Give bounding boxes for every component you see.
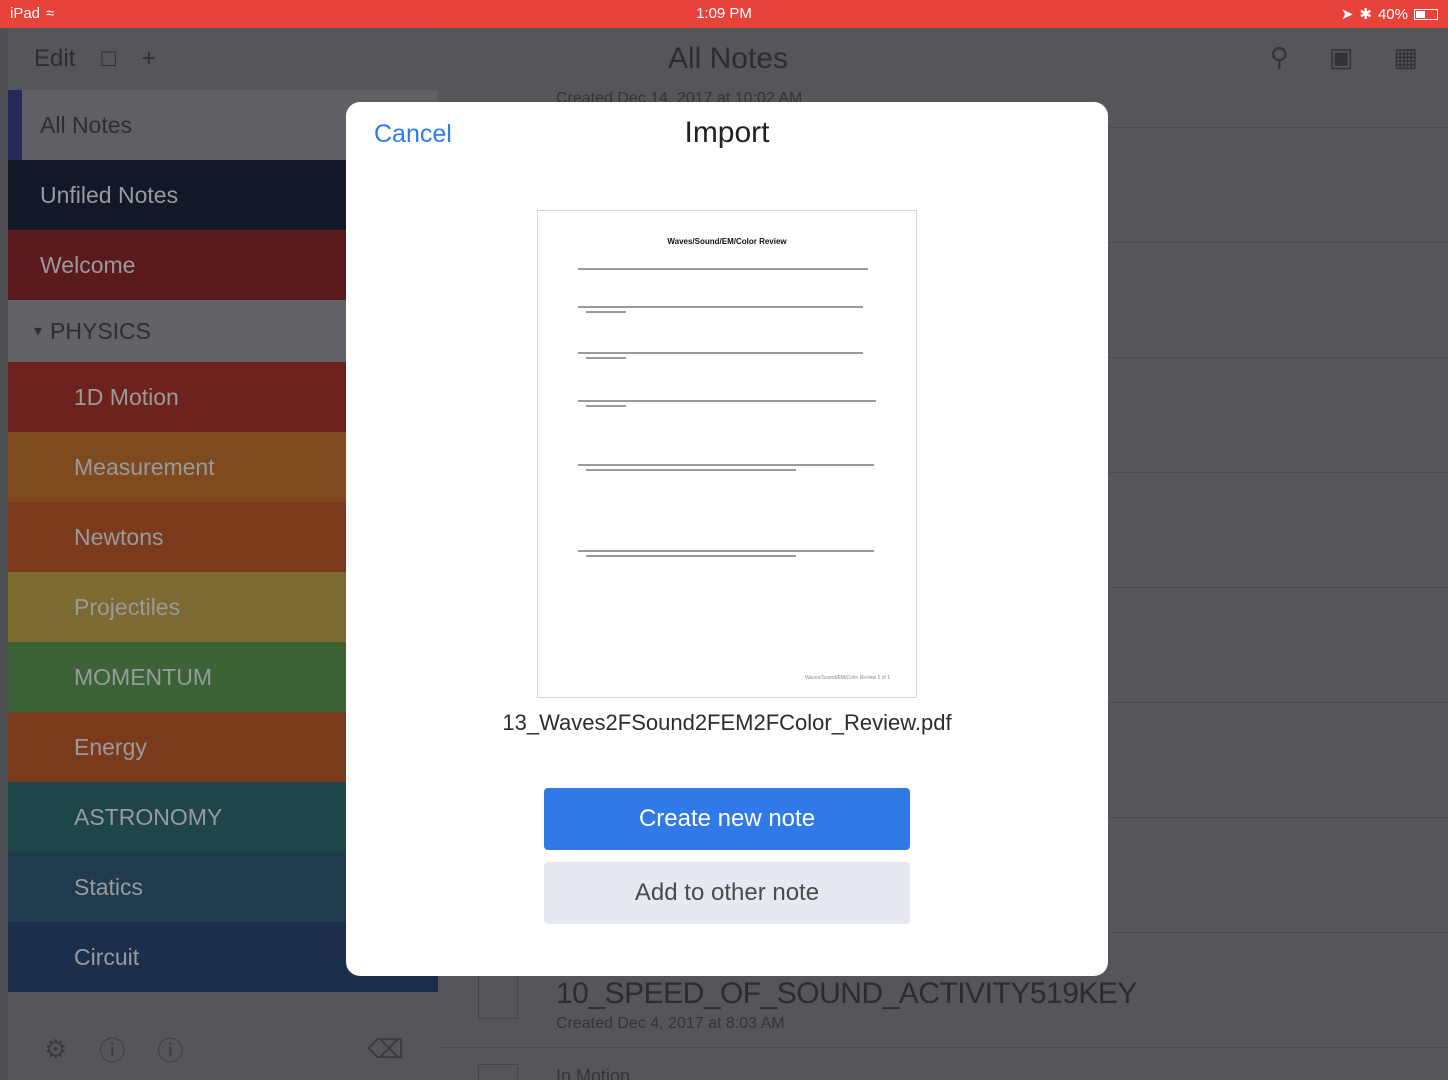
sidebar-item-label: All Notes: [40, 111, 133, 138]
battery-percent: 40%: [1377, 5, 1408, 23]
pdf-question: [578, 461, 878, 471]
sidebar-item-label: Measurement: [74, 453, 215, 480]
sidebar-item-label: Unfiled Notes: [40, 181, 179, 208]
sidebar-item-label: PHYSICS: [50, 317, 152, 344]
sidebar-item-label: Statics: [74, 873, 144, 900]
pdf-preview: Waves/Sound/EM/Color Review Waves/Sound/…: [537, 210, 917, 698]
trash-icon[interactable]: ⌫: [367, 1034, 404, 1065]
edit-button[interactable]: Edit: [34, 45, 75, 73]
add-to-other-note-button[interactable]: Add to other note: [544, 862, 910, 924]
pdf-question: [578, 303, 878, 313]
note-thumbnail: [478, 973, 518, 1019]
pdf-question: [578, 547, 878, 557]
notes-title: All Notes: [667, 42, 789, 75]
pdf-question: [578, 265, 878, 270]
note-thumbnail: [478, 1064, 518, 1080]
create-new-note-button[interactable]: Create new note: [544, 788, 910, 850]
sidebar-item-label: ASTRONOMY: [74, 803, 223, 830]
location-icon: ➤: [1340, 6, 1354, 23]
note-subtitle: Created Dec 4, 2017 at 8:03 AM: [556, 1015, 785, 1032]
sidebar-item-label: 1D Motion: [74, 383, 179, 410]
pdf-question: [578, 349, 878, 359]
note-row[interactable]: In Motion: [438, 1048, 1448, 1080]
battery-icon: [1414, 8, 1438, 20]
note-title: 10_SPEED_OF_SOUND_ACTIVITY519KEY: [556, 977, 1137, 1010]
add-icon[interactable]: +: [142, 45, 156, 73]
share-icon[interactable]: □: [101, 45, 116, 73]
status-bar: iPad ≈ 1:09 PM ➤ ✱ 40%: [0, 0, 1448, 28]
status-right: ➤ ✱ 40%: [1341, 5, 1438, 23]
disclosure-triangle-icon[interactable]: ▾: [8, 321, 50, 341]
pdf-question: [578, 397, 878, 407]
sidebar-item-label: Energy: [74, 733, 147, 760]
note-title: In Motion: [556, 1066, 631, 1080]
info-icon[interactable]: ⓘ: [157, 1031, 183, 1068]
export-icon[interactable]: ▣: [1329, 42, 1354, 73]
sidebar-toolbar: Edit □ +: [8, 28, 438, 90]
search-icon[interactable]: ⚲: [1270, 42, 1289, 73]
layout-icon[interactable]: ▦: [1393, 42, 1418, 73]
sidebar-item-label: MOMENTUM: [74, 663, 212, 690]
file-name: 13_Waves2FSound2FEM2FColor_Review.pdf: [502, 710, 952, 735]
import-dialog: Cancel Import Waves/Sound/EM/Color Revie…: [346, 102, 1108, 976]
status-time: 1:09 PM: [696, 5, 752, 22]
sidebar-footer: ⚙ ⓘ ⓘ ⌫: [8, 1018, 438, 1080]
sidebar-item-label: Projectiles: [74, 593, 181, 620]
dialog-title: Import: [684, 116, 770, 149]
sidebar-item-label: Welcome: [40, 251, 136, 278]
sidebar-item-label: Newtons: [74, 523, 164, 550]
settings-icon[interactable]: ⚙: [44, 1034, 67, 1065]
import-dialog-header: Cancel Import: [346, 102, 1108, 164]
bluetooth-icon: ✱: [1359, 6, 1372, 23]
pdf-footer: Waves/Sound/EM/Color Review 1 of 1: [805, 675, 890, 681]
notes-toolbar: ⚲ ▣ ▦: [1270, 42, 1418, 73]
help-icon[interactable]: ⓘ: [99, 1031, 125, 1068]
sidebar-item-label: Circuit: [74, 943, 140, 970]
pdf-heading: Waves/Sound/EM/Color Review: [667, 237, 787, 246]
